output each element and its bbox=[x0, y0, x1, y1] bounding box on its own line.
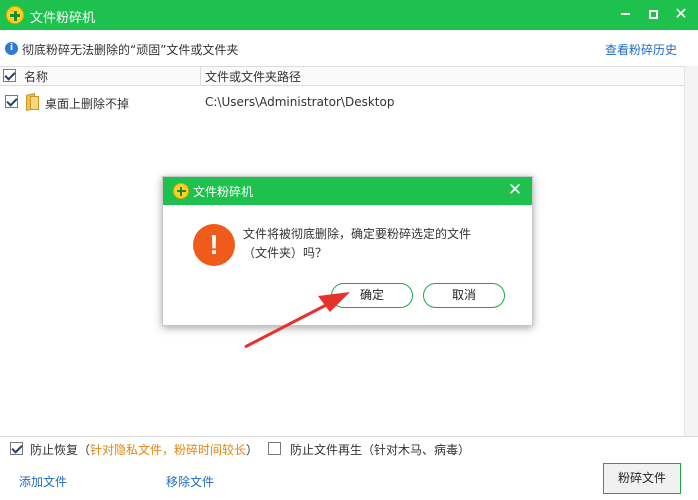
dialog-title: 文件粉碎机 bbox=[193, 185, 254, 199]
dialog-message-line2: （文件夹）吗？ bbox=[243, 246, 328, 260]
column-separator[interactable] bbox=[200, 66, 201, 86]
ok-button[interactable]: 确定 bbox=[331, 283, 413, 308]
minimize-icon bbox=[620, 13, 630, 15]
minimize-button[interactable] bbox=[610, 0, 640, 30]
table-header bbox=[0, 66, 684, 86]
table-row-name[interactable]: 桌面上删除不掉 bbox=[45, 95, 129, 112]
prevent-recovery-note: 针对隐私文件，粉碎时间较长 bbox=[90, 443, 247, 457]
column-header-name[interactable]: 名称 bbox=[24, 68, 48, 85]
prevent-regeneration-label[interactable]: 防止文件再生（针对木马、病毒） bbox=[290, 441, 470, 458]
options-divider bbox=[0, 436, 698, 437]
window-title: 文件粉碎机 bbox=[30, 11, 96, 26]
vertical-scrollbar[interactable] bbox=[684, 66, 698, 436]
close-button[interactable]: ✕ bbox=[666, 0, 696, 30]
row-checkbox[interactable] bbox=[5, 95, 18, 108]
cancel-button[interactable]: 取消 bbox=[423, 283, 505, 308]
dialog-close-icon[interactable]: ✕ bbox=[505, 180, 525, 200]
remove-file-link[interactable]: 移除文件 bbox=[166, 473, 214, 490]
title-bar: 文件粉碎机 ✕ bbox=[0, 0, 698, 30]
dialog-logo-icon bbox=[173, 183, 189, 199]
shred-file-button[interactable]: 粉碎文件 bbox=[603, 463, 681, 494]
dialog-message-line1: 文件将被彻底删除，确定要粉碎选定的文件 bbox=[243, 227, 472, 241]
view-history-link[interactable]: 查看粉碎历史 bbox=[605, 41, 677, 58]
column-header-path[interactable]: 文件或文件夹路径 bbox=[205, 68, 301, 85]
prevent-recovery-checkbox[interactable] bbox=[10, 442, 23, 455]
maximize-button[interactable] bbox=[638, 0, 668, 30]
add-file-link[interactable]: 添加文件 bbox=[19, 473, 67, 490]
close-icon: ✕ bbox=[674, 4, 688, 23]
app-logo-icon bbox=[6, 6, 24, 24]
info-text: 彻底粉碎无法删除的“顽固”文件或文件夹 bbox=[22, 43, 239, 57]
prevent-regeneration-checkbox[interactable] bbox=[268, 442, 281, 455]
table-row-path[interactable]: C:\Users\Administrator\Desktop bbox=[205, 95, 394, 109]
maximize-icon bbox=[648, 9, 658, 19]
confirm-dialog: 文件粉碎机 ✕ ! 文件将被彻底删除，确定要粉碎选定的文件 （文件夹）吗？ 确定… bbox=[162, 176, 533, 326]
warning-icon: ! bbox=[193, 224, 235, 266]
info-icon: i bbox=[5, 42, 18, 55]
prevent-recovery-label[interactable]: 防止恢复（针对隐私文件，粉碎时间较长） bbox=[30, 441, 258, 458]
dialog-title-bar: 文件粉碎机 ✕ bbox=[163, 177, 532, 205]
folder-icon bbox=[24, 94, 39, 110]
select-all-checkbox[interactable] bbox=[3, 69, 16, 82]
